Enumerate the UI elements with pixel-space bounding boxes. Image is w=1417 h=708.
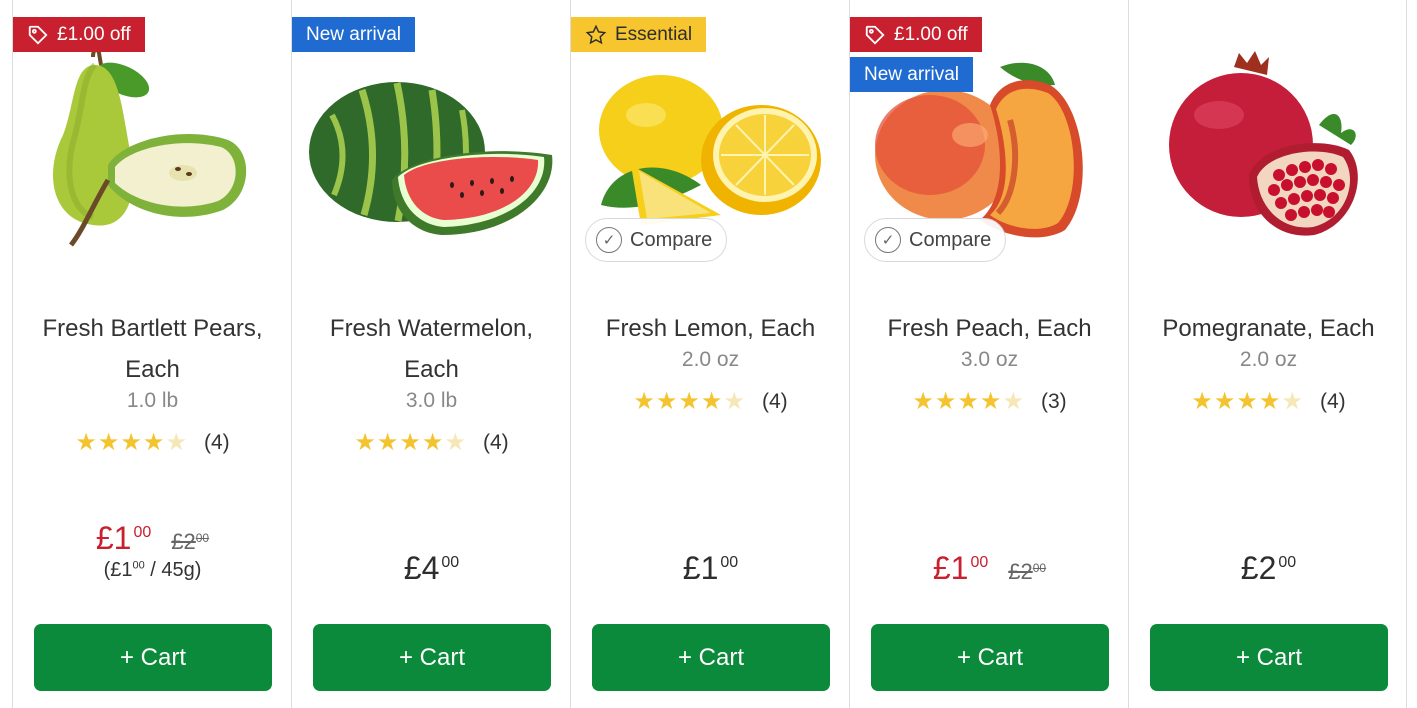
add-to-cart-button[interactable]: + Cart bbox=[313, 624, 551, 691]
rating-count: (4) bbox=[761, 389, 788, 413]
deal-badge-label: £1.00 off bbox=[57, 23, 131, 45]
product-info: Pomegranate, Each 2.0 oz ★★★★★ (4) bbox=[1129, 308, 1408, 416]
badge-stack: £1.00 off New arrival bbox=[850, 17, 982, 92]
tag-icon bbox=[865, 25, 885, 45]
rating[interactable]: ★★★★★ (4) bbox=[571, 387, 850, 416]
product-size: 3.0 lb bbox=[405, 389, 458, 412]
price-block: £4 00 bbox=[292, 550, 571, 587]
add-to-cart-button[interactable]: + Cart bbox=[34, 624, 272, 691]
product-info: Fresh Bartlett Pears, Each 1.0 lb ★★★★★ … bbox=[13, 308, 292, 457]
price-block: £2 00 bbox=[1129, 550, 1408, 587]
product-name[interactable]: Pomegranate, Each bbox=[1129, 308, 1408, 349]
product-card-watermelon[interactable]: New arrival Fresh Watermelon, Each 3.0 l… bbox=[291, 0, 570, 708]
product-image[interactable] bbox=[292, 45, 571, 260]
star-rating-icon: ★★★★★ bbox=[912, 388, 1025, 415]
price: £1 00 bbox=[682, 550, 739, 586]
badge-stack: Essential bbox=[571, 17, 707, 52]
compare-label: Compare bbox=[909, 228, 992, 251]
product-card-pomegranate[interactable]: Pomegranate, Each 2.0 oz ★★★★★ (4) £2 00 … bbox=[1128, 0, 1407, 708]
badge-stack: New arrival bbox=[292, 17, 416, 52]
was-price: £2 00 bbox=[171, 529, 210, 554]
badge-stack: £1.00 off bbox=[13, 17, 145, 52]
rating[interactable]: ★★★★★ (4) bbox=[13, 428, 292, 457]
rating[interactable]: ★★★★★ (4) bbox=[292, 428, 571, 457]
check-circle-icon: ✓ bbox=[875, 227, 901, 253]
compare-toggle[interactable]: ✓ Compare bbox=[864, 218, 1007, 262]
check-circle-icon: ✓ bbox=[596, 227, 622, 253]
price-block: £1 00 bbox=[571, 550, 850, 587]
new-arrival-badge: New arrival bbox=[292, 17, 416, 52]
product-image[interactable] bbox=[13, 45, 292, 260]
star-rating-icon: ★★★★★ bbox=[1191, 388, 1304, 415]
product-name[interactable]: Fresh Peach, Each bbox=[850, 308, 1129, 349]
rating[interactable]: ★★★★★ (4) bbox=[1129, 387, 1408, 416]
rating-count: (4) bbox=[1319, 389, 1346, 413]
essential-badge-label: Essential bbox=[615, 23, 693, 45]
product-info: Fresh Peach, Each 3.0 oz ★★★★★ (3) bbox=[850, 308, 1129, 416]
star-outline-icon bbox=[585, 24, 607, 44]
product-card-pears[interactable]: £1.00 off Fresh Bartlett Pears, Each 1.0… bbox=[12, 0, 291, 708]
unit-price: (£100 / 45g) bbox=[103, 559, 202, 581]
essential-badge: Essential bbox=[571, 17, 707, 52]
rating-count: (3) bbox=[1040, 389, 1067, 413]
price: £4 00 bbox=[403, 550, 460, 586]
product-grid: £1.00 off Fresh Bartlett Pears, Each 1.0… bbox=[12, 0, 1408, 708]
compare-label: Compare bbox=[630, 228, 713, 251]
product-name[interactable]: Fresh Lemon, Each bbox=[571, 308, 850, 349]
product-size: 2.0 oz bbox=[681, 348, 740, 371]
star-rating-icon: ★★★★★ bbox=[354, 429, 467, 456]
deal-badge: £1.00 off bbox=[13, 17, 145, 52]
product-size: 2.0 oz bbox=[1239, 348, 1298, 371]
compare-toggle[interactable]: ✓ Compare bbox=[585, 218, 728, 262]
tag-icon bbox=[28, 25, 48, 45]
price-block: £1 00 £2 00 bbox=[850, 550, 1129, 587]
sale-price: £1 00 bbox=[95, 520, 152, 556]
star-rating-icon: ★★★★★ bbox=[633, 388, 746, 415]
add-to-cart-button[interactable]: + Cart bbox=[592, 624, 830, 691]
product-size: 3.0 oz bbox=[960, 348, 1019, 371]
add-to-cart-button[interactable]: + Cart bbox=[1150, 624, 1388, 691]
deal-badge: £1.00 off bbox=[850, 17, 982, 52]
was-price: £2 00 bbox=[1008, 559, 1047, 584]
product-name[interactable]: Fresh Bartlett Pears, Each bbox=[13, 308, 292, 390]
new-arrival-badge: New arrival bbox=[850, 57, 974, 92]
rating[interactable]: ★★★★★ (3) bbox=[850, 387, 1129, 416]
price-block: £1 00 £2 00 (£100 / 45g) bbox=[13, 520, 292, 582]
sale-price: £1 00 bbox=[932, 550, 989, 586]
rating-count: (4) bbox=[482, 430, 509, 454]
star-rating-icon: ★★★★★ bbox=[75, 429, 188, 456]
price: £2 00 bbox=[1240, 550, 1297, 586]
product-size: 1.0 lb bbox=[126, 389, 179, 412]
rating-count: (4) bbox=[203, 430, 230, 454]
product-card-peach[interactable]: £1.00 off New arrival ✓ Compare Fresh Pe… bbox=[849, 0, 1128, 708]
product-image[interactable] bbox=[1129, 45, 1408, 260]
product-name[interactable]: Fresh Watermelon, Each bbox=[292, 308, 571, 390]
add-to-cart-button[interactable]: + Cart bbox=[871, 624, 1109, 691]
product-card-lemon[interactable]: Essential ✓ Compare Fresh Lemon, Each 2.… bbox=[570, 0, 849, 708]
product-info: Fresh Watermelon, Each 3.0 lb ★★★★★ (4) bbox=[292, 308, 571, 457]
deal-badge-label: £1.00 off bbox=[894, 23, 968, 45]
product-info: Fresh Lemon, Each 2.0 oz ★★★★★ (4) bbox=[571, 308, 850, 416]
